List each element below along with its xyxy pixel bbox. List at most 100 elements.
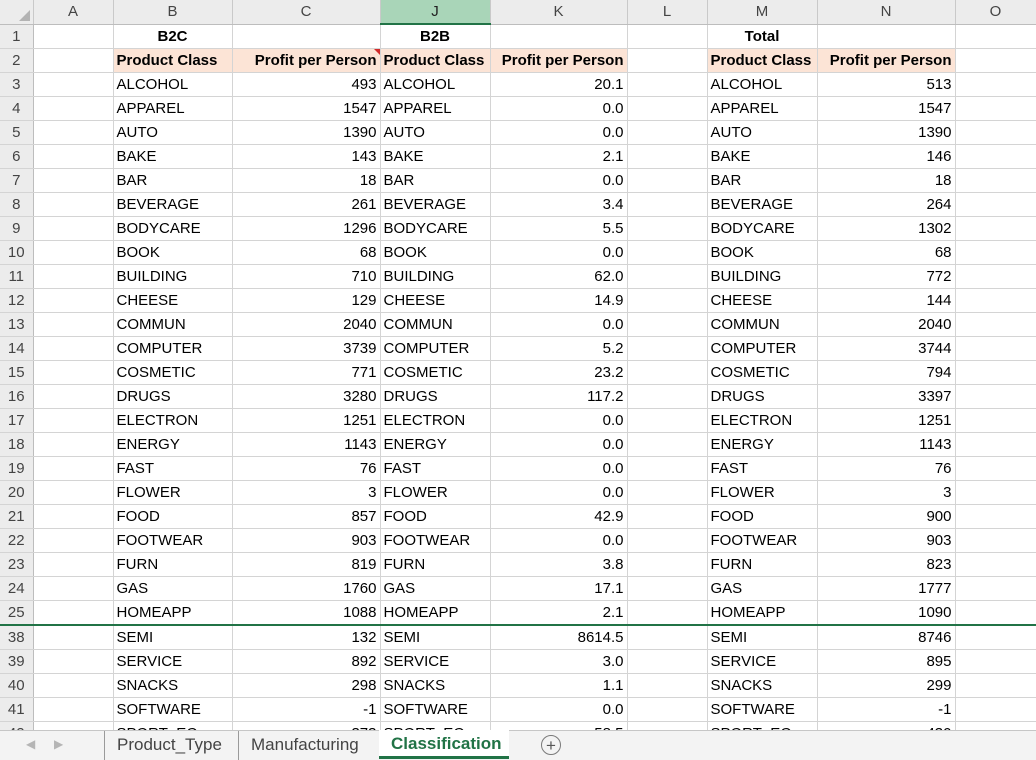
b2b-profit-cell[interactable]: 0.0	[490, 456, 628, 481]
b2b-class-cell[interactable]: SEMI	[380, 625, 491, 650]
b2b-profit-cell[interactable]: 8614.5	[490, 625, 628, 650]
b2b-profit-cell[interactable]: 0.0	[490, 697, 628, 722]
b2b-class-cell[interactable]: APPAREL	[380, 96, 491, 121]
b2b-profit-cell[interactable]: 20.1	[490, 72, 628, 97]
total-class-cell[interactable]: SEMI	[707, 625, 818, 650]
row-header[interactable]: 18	[0, 432, 34, 457]
total-class-cell[interactable]: BAKE	[707, 144, 818, 169]
cell[interactable]	[955, 432, 1036, 457]
b2b-class-cell[interactable]: AUTO	[380, 120, 491, 145]
total-profit-cell[interactable]: 2040	[817, 312, 956, 337]
row-header[interactable]: 41	[0, 697, 34, 722]
b2c-class-cell[interactable]: ELECTRON	[113, 408, 233, 433]
total-profit-cell[interactable]: 3397	[817, 384, 956, 409]
cell[interactable]	[627, 72, 708, 97]
cell[interactable]	[627, 120, 708, 145]
cell[interactable]	[627, 144, 708, 169]
total-class-cell[interactable]: CHEESE	[707, 288, 818, 313]
b2b-profit-cell[interactable]: 14.9	[490, 288, 628, 313]
row-header[interactable]: 12	[0, 288, 34, 313]
cell[interactable]	[955, 480, 1036, 505]
chevron-right-icon[interactable]: ▶	[54, 737, 63, 751]
b2b-profit-cell[interactable]: 1.1	[490, 673, 628, 698]
b2c-class-cell[interactable]: FOOTWEAR	[113, 528, 233, 553]
sheet-tab-manufacturing[interactable]: Manufacturing	[238, 731, 371, 760]
b2b-class-cell[interactable]: ALCOHOL	[380, 72, 491, 97]
cell[interactable]	[33, 552, 114, 577]
b2b-class-cell[interactable]: SERVICE	[380, 649, 491, 674]
cell[interactable]	[232, 24, 381, 49]
row-header[interactable]: 10	[0, 240, 34, 265]
cell[interactable]	[33, 24, 114, 49]
cell[interactable]	[627, 673, 708, 698]
b2c-profit-cell[interactable]: 1547	[232, 96, 381, 121]
b2b-profit-cell[interactable]: 3.0	[490, 649, 628, 674]
select-all-corner[interactable]	[0, 0, 34, 25]
b2c-class-cell[interactable]: BAKE	[113, 144, 233, 169]
cell[interactable]	[955, 48, 1036, 73]
cell[interactable]	[955, 192, 1036, 217]
cell[interactable]	[627, 528, 708, 553]
cell[interactable]	[33, 168, 114, 193]
total-class-cell[interactable]: COSMETIC	[707, 360, 818, 385]
b2b-profit-cell[interactable]: 0.0	[490, 528, 628, 553]
b2b-profit-cell[interactable]: 17.1	[490, 576, 628, 601]
b2c-profit-cell[interactable]: 132	[232, 625, 381, 650]
b2c-profit-cell[interactable]: 298	[232, 673, 381, 698]
cell[interactable]	[955, 312, 1036, 337]
total-class-cell[interactable]: HOMEAPP	[707, 600, 818, 626]
total-profit-cell[interactable]: 3744	[817, 336, 956, 361]
sheet-tab-classification[interactable]: Classification	[379, 730, 509, 759]
cell[interactable]	[627, 240, 708, 265]
row-header[interactable]: 4	[0, 96, 34, 121]
b2c-class-cell[interactable]: BODYCARE	[113, 216, 233, 241]
b2c-profit-cell[interactable]: 1251	[232, 408, 381, 433]
cell[interactable]	[955, 649, 1036, 674]
column-header-b[interactable]: B	[113, 0, 233, 25]
b2b-class-cell[interactable]: ELECTRON	[380, 408, 491, 433]
total-profit-header[interactable]: Profit per Person	[817, 48, 956, 73]
b2c-class-cell[interactable]: COMMUN	[113, 312, 233, 337]
b2b-class-cell[interactable]: SOFTWARE	[380, 697, 491, 722]
total-profit-cell[interactable]: 900	[817, 504, 956, 529]
chevron-left-icon[interactable]: ◀	[26, 737, 35, 751]
total-profit-cell[interactable]: 264	[817, 192, 956, 217]
row-header[interactable]: 24	[0, 576, 34, 601]
column-header-m[interactable]: M	[707, 0, 818, 25]
cell[interactable]	[627, 504, 708, 529]
total-class-cell[interactable]: FAST	[707, 456, 818, 481]
cell[interactable]	[955, 384, 1036, 409]
b2c-class-cell[interactable]: AUTO	[113, 120, 233, 145]
cell[interactable]	[490, 24, 628, 49]
total-profit-cell[interactable]: 18	[817, 168, 956, 193]
total-class-cell[interactable]: COMMUN	[707, 312, 818, 337]
b2b-class-header[interactable]: Product Class	[380, 48, 491, 73]
cell[interactable]	[627, 264, 708, 289]
total-profit-cell[interactable]: 1143	[817, 432, 956, 457]
cell[interactable]	[955, 360, 1036, 385]
cell[interactable]	[627, 48, 708, 73]
cell[interactable]	[627, 168, 708, 193]
b2b-class-cell[interactable]: SNACKS	[380, 673, 491, 698]
cell[interactable]	[955, 697, 1036, 722]
cell[interactable]	[33, 384, 114, 409]
total-profit-cell[interactable]: 823	[817, 552, 956, 577]
row-header[interactable]: 20	[0, 480, 34, 505]
b2c-profit-cell[interactable]: 129	[232, 288, 381, 313]
row-header[interactable]: 3	[0, 72, 34, 97]
total-profit-cell[interactable]: 794	[817, 360, 956, 385]
cell[interactable]	[955, 336, 1036, 361]
b2c-class-cell[interactable]: FAST	[113, 456, 233, 481]
b2c-profit-cell[interactable]: 710	[232, 264, 381, 289]
b2c-class-cell[interactable]: SERVICE	[113, 649, 233, 674]
row-header[interactable]: 6	[0, 144, 34, 169]
cell[interactable]	[33, 480, 114, 505]
row-header[interactable]: 17	[0, 408, 34, 433]
total-profit-cell[interactable]: 146	[817, 144, 956, 169]
cell[interactable]	[33, 72, 114, 97]
cell[interactable]	[955, 576, 1036, 601]
cell[interactable]	[955, 24, 1036, 49]
total-profit-cell[interactable]: 1390	[817, 120, 956, 145]
b2c-class-cell[interactable]: ENERGY	[113, 432, 233, 457]
b2c-profit-cell[interactable]: 1296	[232, 216, 381, 241]
